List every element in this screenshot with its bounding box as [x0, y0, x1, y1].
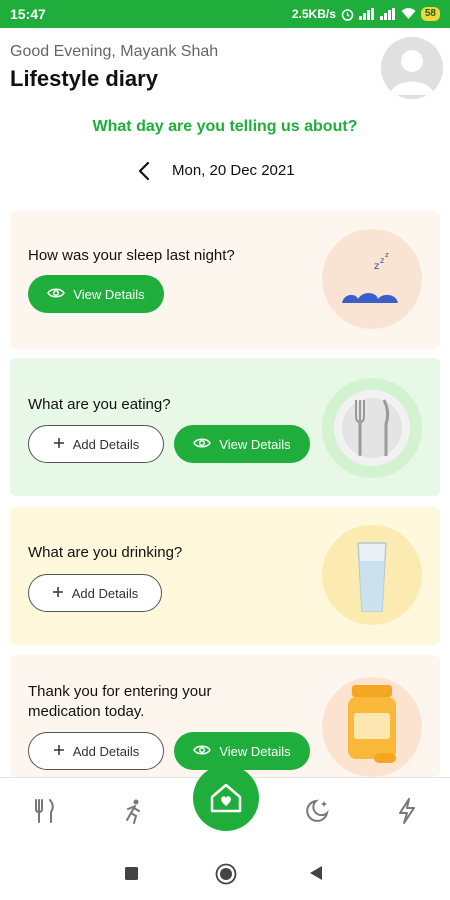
status-bar: 15:47 2.5KB/s 58	[0, 0, 450, 28]
plus-icon	[52, 586, 64, 601]
drinking-question: What are you drinking?	[28, 544, 183, 561]
recents-icon[interactable]	[125, 867, 138, 885]
sleep-icon[interactable]	[302, 796, 332, 826]
date-selector: Mon, 20 Dec 2021	[0, 158, 450, 184]
back-triangle-icon[interactable]	[309, 865, 323, 886]
svg-text:z: z	[380, 256, 384, 265]
home-button-icon[interactable]	[215, 863, 237, 890]
battery-level: 58	[420, 7, 440, 21]
system-navigation-bar	[0, 847, 450, 900]
svg-text:z: z	[385, 251, 389, 259]
drinking-card: What are you drinking? Add Details	[10, 507, 440, 645]
medication-add-details-button[interactable]: Add Details	[28, 732, 164, 770]
view-details-label: View Details	[219, 436, 291, 452]
plus-icon	[53, 437, 65, 452]
medication-view-details-button[interactable]: View Details	[174, 732, 310, 770]
sleep-card: How was your sleep last night? View Deta…	[10, 211, 440, 349]
sleep-illustration: z z z	[322, 229, 422, 329]
greeting-text: Good Evening, Mayank Shah	[10, 43, 219, 60]
sleep-question: How was your sleep last night?	[28, 247, 235, 264]
medication-question: Thank you for entering your medication t…	[28, 683, 212, 720]
eating-question: What are you eating?	[28, 396, 171, 413]
add-details-label: Add Details	[72, 743, 140, 759]
activity-icon[interactable]	[119, 796, 149, 826]
alarm-icon	[341, 8, 354, 21]
water-glass-illustration	[322, 525, 422, 625]
plate-illustration	[322, 378, 422, 478]
signal-icon-2	[379, 8, 396, 20]
add-details-label: Add Details	[72, 436, 140, 452]
energy-icon[interactable]	[392, 796, 422, 826]
svg-text:z: z	[374, 261, 379, 272]
medication-bottle-illustration	[322, 677, 422, 777]
drinking-add-details-button[interactable]: Add Details	[28, 574, 162, 612]
eye-icon	[193, 437, 212, 452]
day-prompt: What day are you telling us about?	[92, 118, 358, 135]
eating-add-details-button[interactable]: Add Details	[28, 425, 164, 463]
view-details-label: View Details	[219, 743, 291, 759]
eye-icon	[47, 287, 66, 302]
user-avatar-icon[interactable]	[381, 37, 443, 99]
page-title: Lifestyle diary	[10, 66, 158, 91]
add-details-label: Add Details	[71, 585, 139, 601]
eating-card: What are you eating? Add Details View De…	[10, 358, 440, 496]
signal-icon	[358, 8, 375, 20]
medication-card: Thank you for entering your medication t…	[10, 655, 440, 777]
status-time: 15:47	[10, 6, 46, 22]
battery-icon: 58	[420, 7, 440, 21]
wifi-icon	[401, 8, 416, 20]
sleep-view-details-button[interactable]: View Details	[28, 275, 164, 313]
view-details-label: View Details	[73, 286, 145, 302]
selected-date[interactable]: Mon, 20 Dec 2021	[172, 162, 295, 179]
eating-view-details-button[interactable]: View Details	[174, 425, 310, 463]
plus-icon	[53, 744, 65, 759]
eye-icon	[193, 744, 212, 759]
home-icon[interactable]	[193, 765, 259, 831]
chevron-left-icon[interactable]	[132, 158, 156, 184]
food-icon[interactable]	[30, 796, 60, 826]
network-speed: 2.5KB/s	[291, 7, 336, 21]
status-icons: 2.5KB/s 58	[292, 7, 440, 21]
